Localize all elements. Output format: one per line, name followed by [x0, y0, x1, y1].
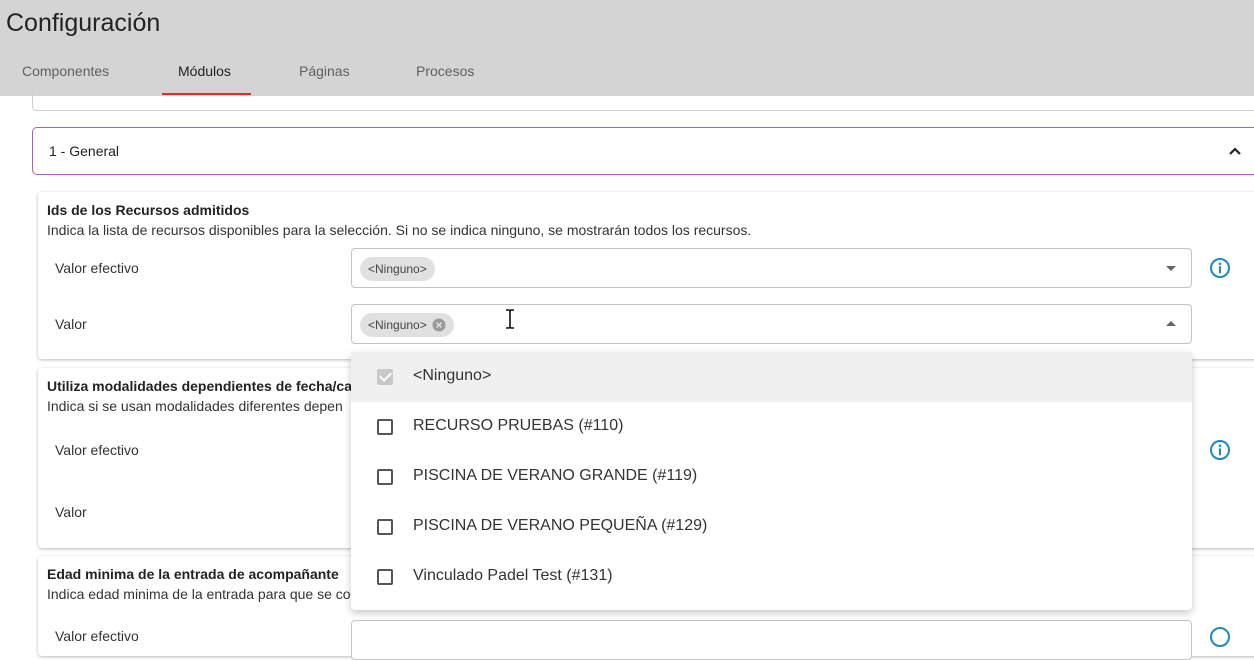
chevron-up-icon[interactable]	[1228, 144, 1242, 158]
info-icon[interactable]	[1209, 439, 1231, 461]
chip-remove-icon[interactable]	[432, 318, 446, 332]
checkbox[interactable]	[377, 519, 393, 535]
info-icon[interactable]	[1209, 626, 1231, 648]
tab-modulos[interactable]: Módulos	[178, 63, 231, 79]
checkbox[interactable]	[377, 369, 393, 385]
option-label: <Ninguno>	[413, 367, 492, 384]
page-title: Configuración	[6, 9, 161, 37]
setting-description: Indica la lista de recursos disponibles …	[47, 222, 752, 238]
setting-title: Ids de los Recursos admitidos	[47, 202, 250, 218]
option-label: PISCINA DE VERANO PEQUEÑA (#129)	[413, 517, 708, 534]
checkbox[interactable]	[377, 469, 393, 485]
option-label: RECURSO PRUEBAS (#110)	[413, 417, 624, 434]
effective-value-label: Valor efectivo	[55, 260, 139, 276]
resource-options-dropdown: <Ninguno> RECURSO PRUEBAS (#110) PISCINA…	[351, 352, 1192, 610]
effective-value-select	[351, 620, 1192, 660]
dropdown-option[interactable]: RECURSO PRUEBAS (#110)	[351, 402, 1192, 452]
option-label: PISCINA DE VERANO GRANDE (#119)	[413, 467, 698, 484]
dropdown-arrow-icon[interactable]	[1166, 266, 1176, 271]
checkbox[interactable]	[377, 569, 393, 585]
effective-value-label: Valor efectivo	[55, 442, 139, 458]
value-label: Valor	[55, 504, 87, 520]
dropdown-arrow-icon[interactable]	[1166, 321, 1176, 326]
dropdown-option[interactable]: PISCINA DE VERANO PEQUEÑA (#129)	[351, 502, 1192, 552]
effective-value-select: <Ninguno>	[351, 248, 1192, 288]
setting-description: Indica edad minima de la entrada para qu…	[47, 586, 351, 602]
dropdown-option[interactable]: PISCINA DE VERANO GRANDE (#119)	[351, 452, 1192, 502]
setting-title: Edad minima de la entrada de acompañante	[47, 566, 339, 582]
dropdown-option[interactable]: Vinculado Padel Test (#131)	[351, 552, 1192, 602]
setting-title: Utiliza modalidades dependientes de fech…	[47, 378, 364, 394]
info-icon[interactable]	[1209, 257, 1231, 279]
text-cursor-icon	[506, 309, 514, 329]
option-label: Vinculado Padel Test (#131)	[413, 567, 613, 584]
checkbox[interactable]	[377, 419, 393, 435]
previous-section-card	[32, 84, 1254, 111]
tab-paginas[interactable]: Páginas	[299, 63, 350, 79]
value-multiselect[interactable]: <Ninguno>	[351, 304, 1192, 344]
section-header-general[interactable]: 1 - General	[32, 127, 1254, 175]
section-title: 1 - General	[49, 143, 120, 159]
dropdown-option[interactable]: <Ninguno>	[351, 352, 1192, 402]
value-chip: <Ninguno>	[360, 313, 454, 337]
page-header: Configuración Componentes Módulos Página…	[0, 0, 1254, 96]
tab-procesos[interactable]: Procesos	[416, 63, 474, 79]
setting-description: Indica si se usan modalidades diferentes…	[47, 398, 343, 414]
tab-componentes[interactable]: Componentes	[22, 63, 109, 79]
effective-value-label: Valor efectivo	[55, 628, 139, 644]
effective-value-chip: <Ninguno>	[360, 257, 435, 281]
value-label: Valor	[55, 316, 87, 332]
